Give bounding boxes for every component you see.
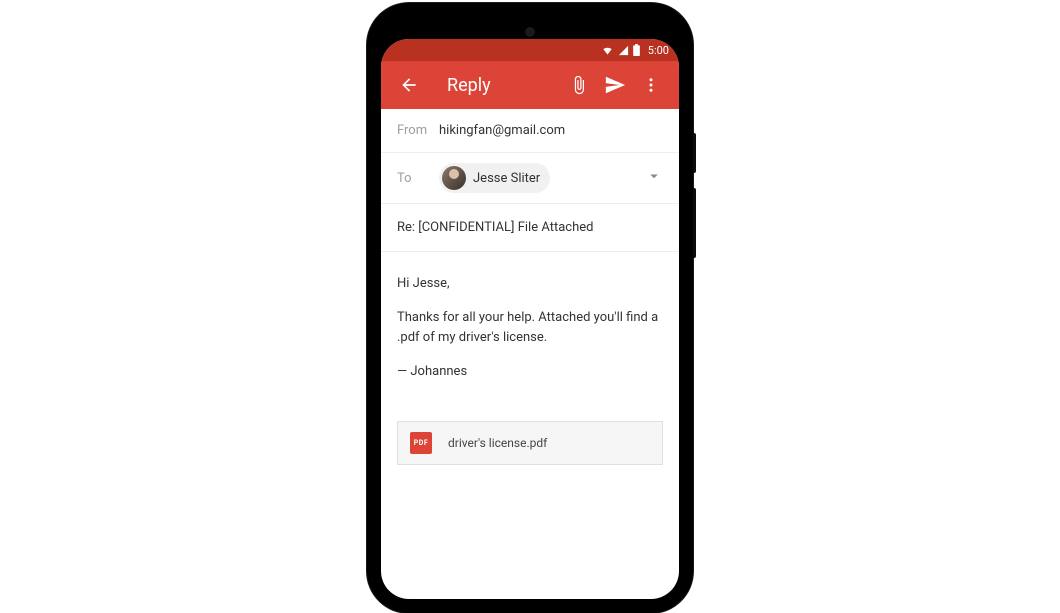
- overflow-menu-button[interactable]: [633, 67, 669, 103]
- body-main: Thanks for all your help. Attached you'l…: [397, 308, 663, 348]
- phone-camera-dot: [525, 27, 535, 37]
- wifi-icon: [601, 45, 614, 56]
- body-signoff: — Johannes: [397, 362, 663, 382]
- attach-button[interactable]: [561, 67, 597, 103]
- recipient-name: Jesse Sliter: [473, 171, 540, 186]
- phone-volume-button: [693, 188, 696, 258]
- attachment-item[interactable]: PDF driver's license.pdf: [397, 421, 663, 465]
- attachment-filename: driver's license.pdf: [448, 436, 547, 450]
- to-row[interactable]: To Jesse Sliter: [381, 153, 679, 204]
- pdf-icon: PDF: [410, 432, 432, 454]
- phone-frame: 5:00 Reply From hikingfan@gmail.com To: [367, 3, 693, 613]
- battery-icon: [633, 44, 640, 56]
- subject-text: Re: [CONFIDENTIAL] File Attached: [397, 220, 593, 235]
- from-label: From: [397, 123, 439, 138]
- phone-power-button: [693, 133, 696, 173]
- screen: 5:00 Reply From hikingfan@gmail.com To: [381, 39, 679, 599]
- send-button[interactable]: [597, 67, 633, 103]
- recipient-chip[interactable]: Jesse Sliter: [439, 163, 550, 193]
- app-bar: Reply: [381, 61, 679, 109]
- subject-input[interactable]: Re: [CONFIDENTIAL] File Attached: [381, 204, 679, 252]
- expand-recipients-button[interactable]: [645, 167, 663, 189]
- from-row[interactable]: From hikingfan@gmail.com: [381, 109, 679, 153]
- status-bar: 5:00: [381, 39, 679, 61]
- back-button[interactable]: [391, 67, 427, 103]
- to-label: To: [397, 171, 439, 186]
- avatar: [442, 166, 466, 190]
- body-greeting: Hi Jesse,: [397, 274, 663, 294]
- from-value: hikingfan@gmail.com: [439, 123, 565, 138]
- cell-signal-icon: [618, 45, 629, 56]
- status-time: 5:00: [648, 44, 669, 57]
- app-bar-title: Reply: [447, 75, 561, 96]
- email-body-input[interactable]: Hi Jesse, Thanks for all your help. Atta…: [381, 252, 679, 413]
